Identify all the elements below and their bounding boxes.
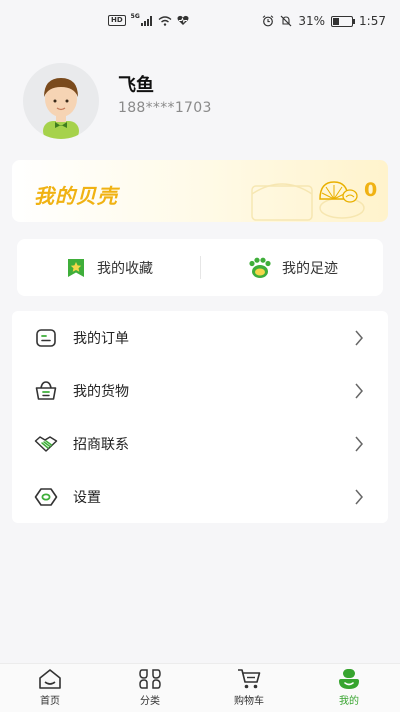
menu-label-goods: 我的货物 <box>73 383 129 400</box>
chevron-right-icon <box>355 330 363 346</box>
nav-profile[interactable]: 我的 <box>319 668 379 707</box>
status-right: 31% 1:57 <box>262 14 386 28</box>
menu-item-orders[interactable]: 我的订单 <box>12 311 388 364</box>
category-icon <box>139 669 161 689</box>
history-link[interactable]: 我的足迹 <box>248 239 338 296</box>
menu-label-orders: 我的订单 <box>73 330 129 347</box>
alarm-icon <box>263 15 274 27</box>
menu-item-goods[interactable]: 我的货物 <box>12 364 388 417</box>
handshake-icon <box>34 436 58 452</box>
menu-item-settings[interactable]: 设置 <box>12 470 388 523</box>
nav-profile-label: 我的 <box>339 696 359 707</box>
user-name: 飞鱼 <box>118 75 154 96</box>
favorites-label: 我的收藏 <box>97 260 153 277</box>
home-icon <box>39 669 61 689</box>
cart-icon <box>238 669 261 689</box>
basket-icon <box>35 381 57 400</box>
menu-card: 我的订单 我的货物 招商联系 设置 <box>12 311 388 523</box>
cellular-signal-icon <box>140 15 152 26</box>
mute-bell-icon <box>280 15 292 27</box>
chevron-right-icon <box>355 489 363 505</box>
network-label: 5G <box>130 13 140 20</box>
favorites-link[interactable]: 我的收藏 <box>65 239 153 296</box>
shell-icon <box>319 181 358 203</box>
status-bar: HD 5G 31% 1:57 <box>0 0 400 44</box>
shells-count: 0 <box>364 179 378 201</box>
history-label: 我的足迹 <box>282 260 338 277</box>
order-icon <box>36 329 56 347</box>
profile-icon <box>339 669 359 689</box>
avatar[interactable] <box>23 63 99 139</box>
nav-home[interactable]: 首页 <box>20 668 80 707</box>
battery-icon <box>331 15 356 27</box>
battery-percent: 31% <box>298 14 326 28</box>
nav-home-label: 首页 <box>40 696 60 707</box>
nav-cart[interactable]: 购物车 <box>219 668 279 707</box>
clock: 1:57 <box>359 14 386 28</box>
battery-level <box>333 17 340 25</box>
wifi-icon <box>158 15 172 26</box>
avatar-illustration-icon <box>43 78 79 139</box>
shells-title: 我的贝壳 <box>34 184 118 208</box>
shells-card[interactable]: 我的贝壳 0 <box>12 160 388 222</box>
bottom-nav: 首页 分类 购物车 我的 <box>0 663 400 712</box>
hd-badge: HD <box>108 15 126 26</box>
settings-icon <box>34 488 58 506</box>
star-bookmark-icon <box>68 258 84 277</box>
status-left: HD 5G <box>108 13 189 26</box>
footprint-icon <box>249 257 271 278</box>
menu-item-business[interactable]: 招商联系 <box>12 417 388 470</box>
quick-links-card: 我的收藏 我的足迹 <box>17 239 383 296</box>
health-heart-icon <box>177 15 189 25</box>
chevron-right-icon <box>355 436 363 452</box>
nav-category[interactable]: 分类 <box>120 668 180 707</box>
user-phone: 188****1703 <box>118 100 212 116</box>
chevron-right-icon <box>355 383 363 399</box>
nav-cart-label: 购物车 <box>234 696 264 707</box>
quick-divider <box>200 256 201 279</box>
menu-label-settings: 设置 <box>73 489 101 506</box>
menu-label-business: 招商联系 <box>73 436 129 453</box>
nav-category-label: 分类 <box>140 696 160 707</box>
